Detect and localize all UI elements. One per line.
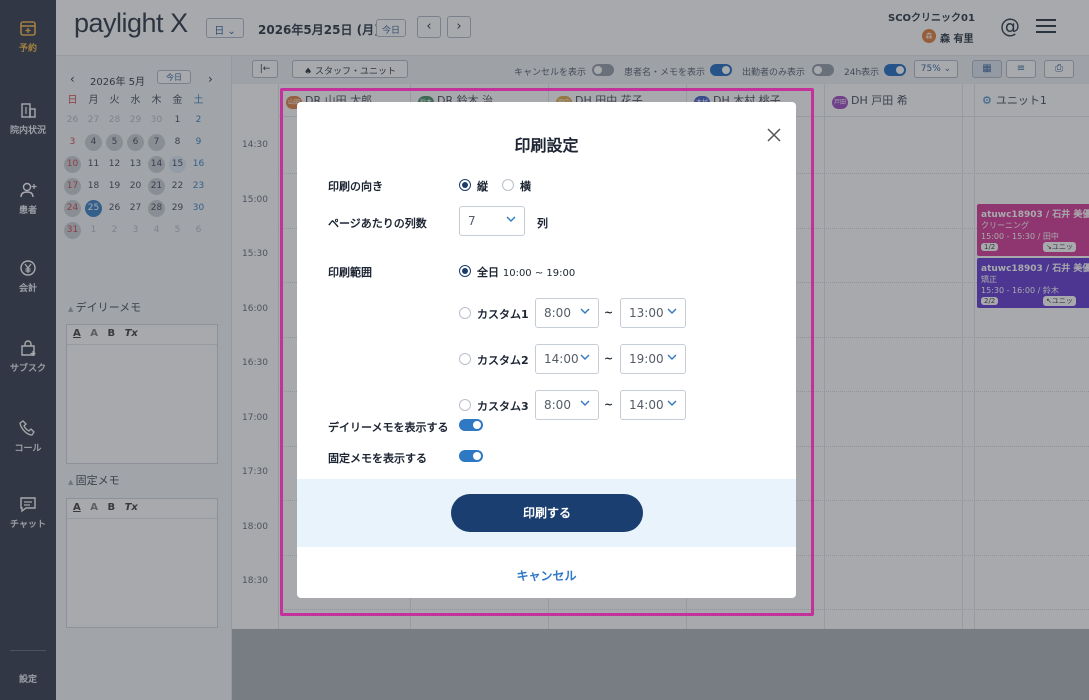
chevron-down-icon	[667, 354, 677, 360]
print-settings-dialog: 印刷設定 印刷の向き 縦 横 ページあたりの列数 7 列 印刷範囲 全日 10:…	[297, 102, 796, 598]
range-custom-radio[interactable]	[459, 399, 471, 411]
columns-unit: 列	[537, 217, 548, 230]
orientation-portrait-label: 縦	[477, 180, 488, 193]
range-custom-radio[interactable]	[459, 307, 471, 319]
fixed-memo-toggle[interactable]	[459, 450, 483, 462]
range-all-label: 全日 10:00 ~ 19:00	[477, 266, 576, 279]
select-value: 8:00	[544, 398, 571, 412]
range-custom-radio[interactable]	[459, 353, 471, 365]
close-icon[interactable]	[767, 128, 781, 142]
daily-memo-toggle[interactable]	[459, 419, 483, 431]
chevron-down-icon	[580, 308, 590, 314]
chevron-down-icon	[667, 308, 677, 314]
select-value: 14:00	[544, 352, 579, 366]
range-custom-label: カスタム1	[477, 308, 529, 321]
orientation-portrait-radio[interactable]	[459, 179, 471, 191]
print-range-label: 印刷範囲	[328, 266, 372, 279]
range-separator: ~	[604, 352, 614, 365]
range-separator: ~	[604, 306, 614, 319]
range-start-select[interactable]: 8:00	[535, 298, 599, 328]
chevron-down-icon	[580, 354, 590, 360]
chevron-down-icon	[667, 400, 677, 406]
fixed-memo-toggle-label: 固定メモを表示する	[328, 452, 427, 465]
dialog-footer: 印刷する	[297, 479, 796, 547]
range-start-select[interactable]: 14:00	[535, 344, 599, 374]
print-submit-button[interactable]: 印刷する	[451, 494, 643, 532]
columns-per-page-label: ページあたりの列数	[328, 217, 427, 230]
range-all-time: 10:00 ~ 19:00	[502, 268, 576, 279]
select-value: 13:00	[629, 306, 664, 320]
chevron-down-icon	[580, 400, 590, 406]
select-value: 14:00	[629, 398, 664, 412]
range-all-radio[interactable]	[459, 265, 471, 277]
select-value: 19:00	[629, 352, 664, 366]
orientation-landscape-radio[interactable]	[502, 179, 514, 191]
columns-per-page-select[interactable]: 7	[459, 206, 525, 236]
daily-memo-toggle-label: デイリーメモを表示する	[328, 421, 449, 434]
range-start-select[interactable]: 8:00	[535, 390, 599, 420]
range-custom-label: カスタム2	[477, 354, 529, 367]
dialog-title: 印刷設定	[514, 136, 579, 155]
orientation-label: 印刷の向き	[328, 180, 383, 193]
range-custom-label: カスタム3	[477, 400, 529, 413]
range-end-select[interactable]: 19:00	[620, 344, 686, 374]
cancel-button[interactable]: キャンセル	[297, 567, 796, 584]
orientation-landscape-label: 横	[520, 180, 531, 193]
chevron-down-icon	[506, 216, 516, 222]
range-end-select[interactable]: 13:00	[620, 298, 686, 328]
range-separator: ~	[604, 398, 614, 411]
select-value: 7	[468, 214, 476, 228]
range-end-select[interactable]: 14:00	[620, 390, 686, 420]
select-value: 8:00	[544, 306, 571, 320]
